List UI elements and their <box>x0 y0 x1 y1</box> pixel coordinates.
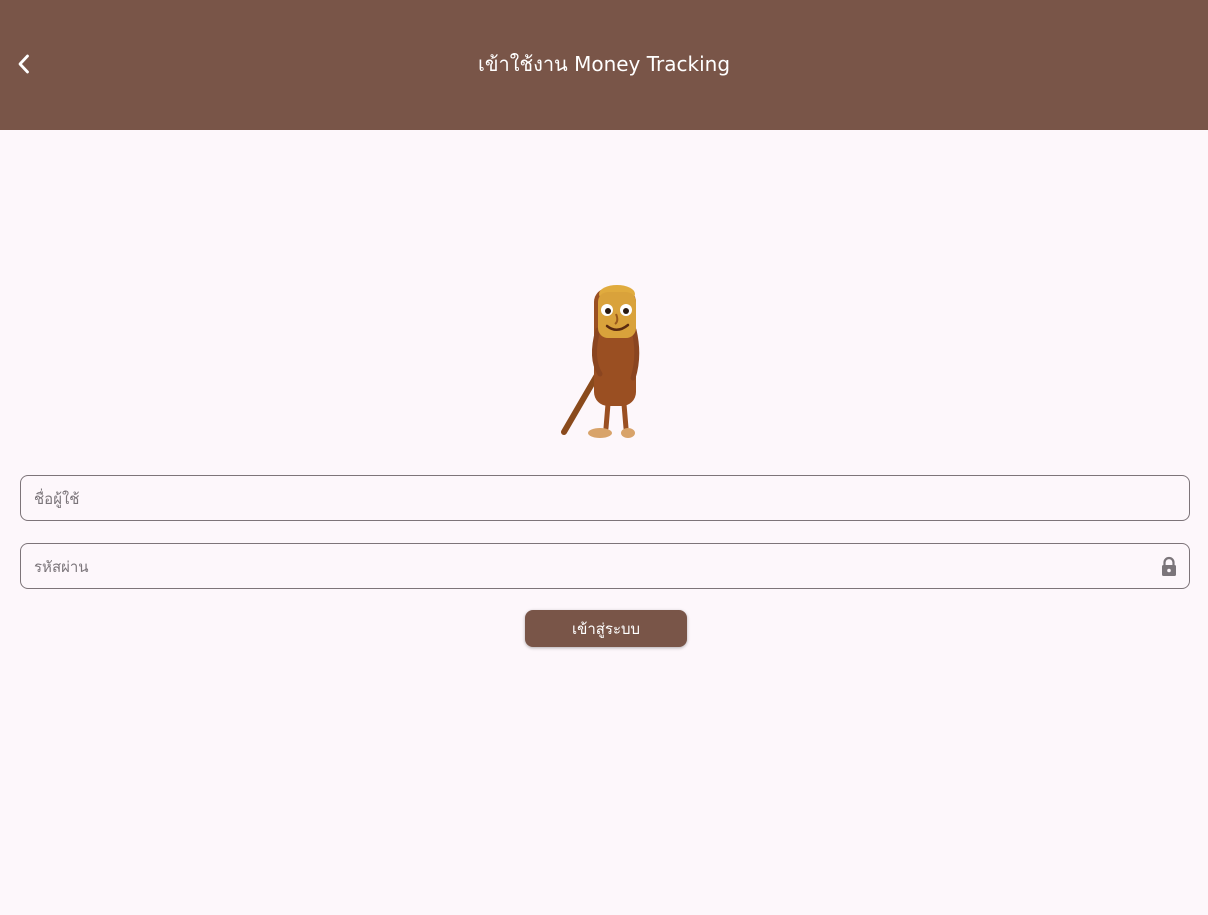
password-field[interactable] <box>20 543 1190 590</box>
login-button-label: เข้าสู่ระบบ <box>571 619 641 638</box>
login-button[interactable]: เข้าสู่ระบบ <box>525 610 687 647</box>
app-bar: เข้าใช้งาน Money Tracking <box>0 0 1208 130</box>
username-input[interactable] <box>32 476 1146 522</box>
mascot-image <box>548 278 660 444</box>
lock-icon <box>1162 556 1176 576</box>
username-field[interactable] <box>20 475 1190 522</box>
password-input[interactable] <box>32 544 1146 590</box>
page-title: เข้าใช้งาน Money Tracking <box>477 52 731 76</box>
